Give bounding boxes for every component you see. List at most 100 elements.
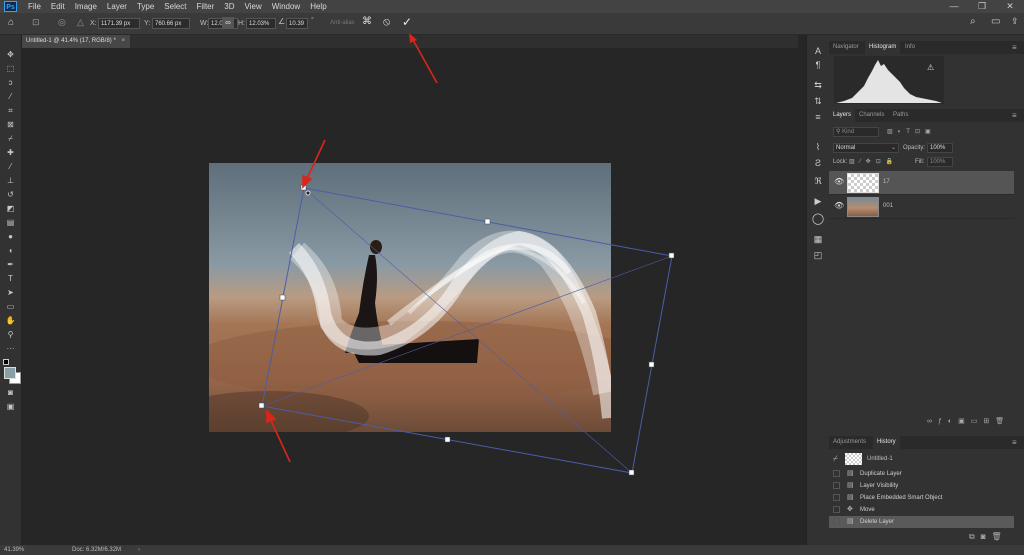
warp-icon[interactable]: ⌘ <box>362 16 372 27</box>
workspace-icon[interactable]: ▭ <box>991 16 1000 27</box>
handle-left-middle[interactable] <box>279 294 286 301</box>
status-menu-icon[interactable]: › <box>138 545 140 555</box>
height-field[interactable]: 12.03% <box>246 18 276 29</box>
layer-row[interactable]: 👁 17 <box>829 171 1014 195</box>
home-icon[interactable]: ⌂ <box>8 17 14 28</box>
layer-name[interactable]: 001 <box>883 201 893 211</box>
zoom-level[interactable]: 41.39% <box>4 545 24 555</box>
handle-top-right[interactable] <box>668 252 675 259</box>
handle-bottom-middle[interactable] <box>444 436 451 443</box>
transform-overlay[interactable] <box>22 48 798 545</box>
menu-window[interactable]: Window <box>267 2 305 11</box>
styles-icon[interactable]: ◰ <box>811 249 825 261</box>
menu-3d[interactable]: 3D <box>219 2 239 11</box>
transform-box[interactable] <box>261 187 673 474</box>
tab-history[interactable]: History <box>873 436 900 449</box>
tab-info[interactable]: Info <box>901 41 919 54</box>
move-tool-icon[interactable]: ✥ <box>4 49 17 60</box>
eye-icon[interactable]: 👁 <box>834 201 844 210</box>
lasso-tool-icon[interactable]: ↄ <box>4 77 17 88</box>
menu-help[interactable]: Help <box>305 2 331 11</box>
layer-name[interactable]: 17 <box>883 177 890 187</box>
gradient-tool-icon[interactable]: ▤ <box>4 217 17 228</box>
zoom-tool-icon[interactable]: ⚲ <box>4 329 17 340</box>
handle-bottom-right[interactable] <box>628 469 635 476</box>
tab-histogram[interactable]: Histogram <box>865 41 901 54</box>
swatches-icon[interactable]: ▦ <box>811 233 825 245</box>
close-window-button[interactable]: ✕ <box>996 0 1024 13</box>
handle-bottom-left[interactable] <box>258 402 265 409</box>
handle-top-middle[interactable] <box>484 218 491 225</box>
handle-right-middle[interactable] <box>648 361 655 368</box>
history-item[interactable]: ✥ Move <box>829 504 1014 516</box>
menu-layer[interactable]: Layer <box>102 2 132 11</box>
menu-select[interactable]: Select <box>159 2 191 11</box>
tab-layers[interactable]: Layers <box>829 109 856 122</box>
history-brush-icon[interactable]: ↺ <box>4 189 17 200</box>
marquee-tool-icon[interactable]: ⬚ <box>4 63 17 74</box>
type-tool-icon[interactable]: T <box>4 273 17 284</box>
reference-point[interactable] <box>305 190 311 196</box>
search-icon[interactable]: ⌕ <box>970 16 976 27</box>
tab-navigator[interactable]: Navigator <box>829 41 863 54</box>
canvas-area[interactable] <box>22 48 798 545</box>
magic-wand-tool-icon[interactable]: ⁄ <box>4 91 17 102</box>
frame-tool-icon[interactable]: ⊠ <box>4 119 17 130</box>
commit-transform-icon[interactable]: ✓ <box>402 15 412 29</box>
layer-actions-icons[interactable]: ∞ƒ◐▣▭⊞🗑 <box>927 417 1010 425</box>
y-field[interactable]: 760.66 px <box>152 18 190 29</box>
history-item[interactable]: ▤ Delete Layer <box>829 516 1014 528</box>
rectangle-tool-icon[interactable]: ▭ <box>4 301 17 312</box>
menu-filter[interactable]: Filter <box>192 2 220 11</box>
eye-icon[interactable]: 👁 <box>834 177 844 186</box>
clone-stamp-icon[interactable]: ⊥ <box>4 175 17 186</box>
quick-mask-icon[interactable]: ◙ <box>4 387 17 398</box>
angle-field[interactable]: 10.39 <box>286 18 308 29</box>
opacity-field[interactable]: 100% <box>927 143 953 153</box>
brush-tool-icon[interactable]: ⁄ <box>4 161 17 172</box>
type-settings-icon[interactable]: ℜ <box>811 175 825 187</box>
dodge-tool-icon[interactable]: ◖ <box>4 245 17 256</box>
anti-alias-checkbox[interactable]: Anti-alias <box>330 18 355 29</box>
history-snapshot[interactable]: ⌿ Untitled-1 <box>833 452 1018 466</box>
more-tools-icon[interactable]: ··· <box>4 343 17 354</box>
minimize-button[interactable]: — <box>940 0 968 13</box>
healing-brush-icon[interactable]: ✚ <box>4 147 17 158</box>
foreground-color-swatch[interactable] <box>4 367 16 379</box>
default-colors-icon[interactable] <box>3 359 10 366</box>
menu-type[interactable]: Type <box>132 2 159 11</box>
history-menu-icon[interactable]: ≡ <box>1012 436 1017 449</box>
adjustments-icon[interactable]: ⇅ <box>811 95 825 107</box>
fill-field[interactable]: 100% <box>927 157 953 167</box>
relative-position-icon[interactable]: △ <box>77 17 84 28</box>
crop-tool-icon[interactable]: ⌗ <box>4 105 17 116</box>
link-icon[interactable]: ∞ <box>222 17 234 29</box>
menu-image[interactable]: Image <box>70 2 102 11</box>
character-icon[interactable]: A <box>811 45 825 57</box>
history-item[interactable]: ▤ Layer Visibility <box>829 480 1014 492</box>
share-icon[interactable]: ⇪ <box>1011 16 1019 27</box>
history-actions-icons[interactable]: ⧉◙🗑 <box>969 532 1008 542</box>
lock-icons[interactable]: ▨⁄✥⊡🔒 <box>849 157 898 167</box>
eyedropper-tool-icon[interactable]: ⌿ <box>4 133 17 144</box>
menu-view[interactable]: View <box>240 2 267 11</box>
blur-tool-icon[interactable]: ● <box>4 231 17 242</box>
tab-channels[interactable]: Channels <box>855 109 888 122</box>
layers-menu-icon[interactable]: ≡ <box>1012 109 1017 122</box>
panel-menu-icon[interactable]: ≡ <box>1012 41 1017 54</box>
menu-edit[interactable]: Edit <box>46 2 70 11</box>
tab-adjustments[interactable]: Adjustments <box>829 436 870 449</box>
x-field[interactable]: 1171.39 px <box>98 18 140 29</box>
properties-icon[interactable]: ≡ <box>811 111 825 123</box>
hand-tool-icon[interactable]: ✋ <box>4 315 17 326</box>
blend-mode-select[interactable]: Normal ⌄ <box>833 143 899 153</box>
reference-point-icon[interactable]: ◎ <box>58 17 66 28</box>
screen-mode-icon[interactable]: ▣ <box>4 401 17 412</box>
history-item[interactable]: ▤ Place Embedded Smart Object <box>829 492 1014 504</box>
layer-row[interactable]: 👁 001 <box>829 195 1014 219</box>
actions-play-icon[interactable]: ▶ <box>811 195 825 207</box>
path-selection-icon[interactable]: ➤ <box>4 287 17 298</box>
eraser-tool-icon[interactable]: ◩ <box>4 203 17 214</box>
pen-tool-icon[interactable]: ✒ <box>4 259 17 270</box>
warning-icon[interactable]: ⚠ <box>927 63 934 72</box>
